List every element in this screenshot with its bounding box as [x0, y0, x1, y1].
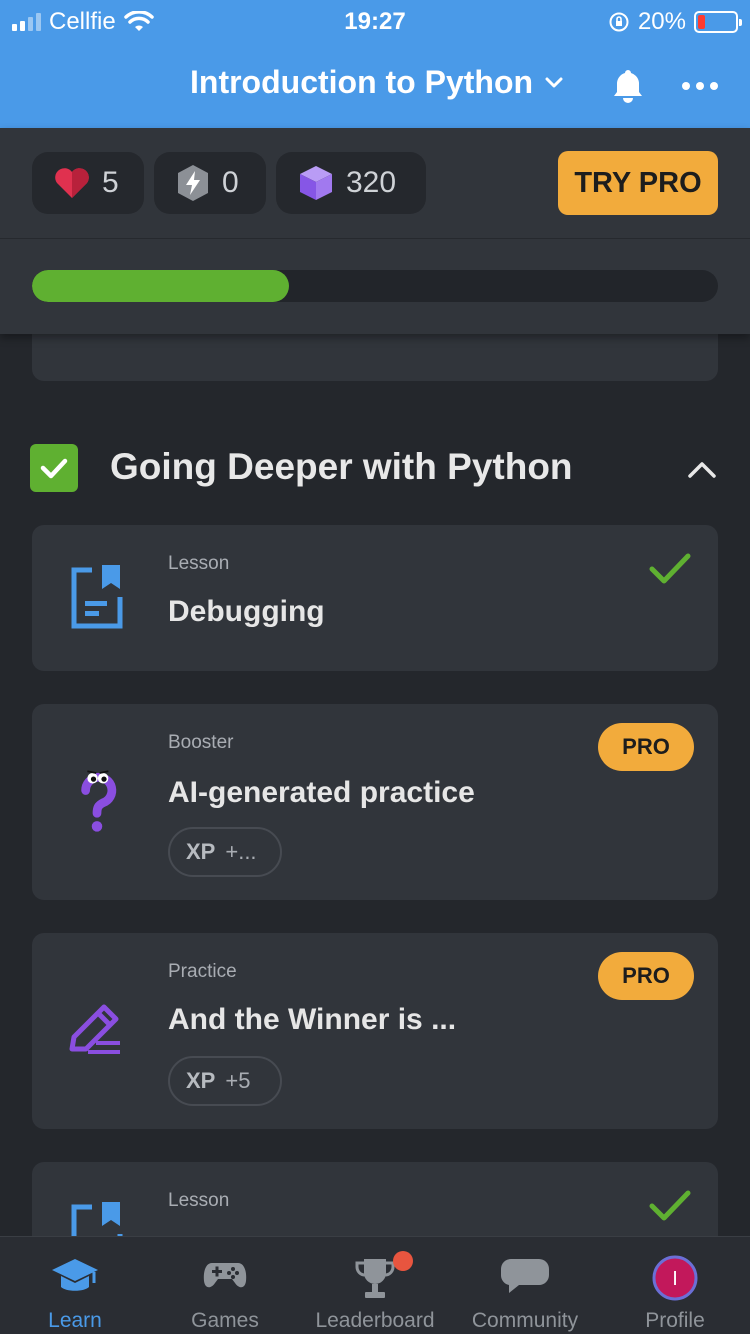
question-mascot-icon	[81, 770, 117, 832]
item-kind: Lesson	[168, 553, 230, 574]
pro-badge: PRO	[598, 723, 694, 771]
tab-learn-label: Learn	[48, 1309, 102, 1332]
app-header: Introduction to Python	[0, 56, 750, 116]
booster-card-ai-practice[interactable]: Booster AI-generated practice XP +... PRO	[32, 704, 718, 900]
chat-bubble-icon	[500, 1259, 549, 1293]
xp-value: +...	[225, 839, 257, 864]
notification-dot	[393, 1251, 413, 1271]
tab-profile-label: Profile	[645, 1309, 705, 1332]
battery-percent: 20%	[637, 8, 686, 35]
stats-bar: 5 0 320 TRY PRO	[0, 128, 750, 334]
divider	[0, 238, 750, 239]
trophy-icon	[355, 1259, 395, 1298]
status-bar: Cellfie 19:27 20%	[0, 6, 750, 38]
item-title: AI-generated practice	[168, 776, 475, 809]
avatar: I	[652, 1255, 698, 1301]
tab-community-label: Community	[471, 1309, 579, 1332]
xp-label: XP	[186, 1068, 216, 1093]
tab-games[interactable]: Games	[150, 1237, 300, 1334]
xp-pill: XP +5	[168, 1056, 282, 1106]
lesson-icon	[71, 565, 123, 629]
gems-count: 320	[346, 166, 397, 199]
xp-label: XP	[186, 839, 216, 864]
completed-check-icon	[649, 1190, 691, 1221]
bottom-navigation: Learn Games Leaderboard Community I Prof…	[0, 1236, 750, 1334]
item-kind: Booster	[168, 732, 234, 753]
graduation-cap-icon	[52, 1259, 98, 1291]
battery-icon	[694, 11, 742, 33]
gems-counter[interactable]: 320	[276, 152, 426, 214]
gamepad-icon	[203, 1263, 247, 1288]
gem-cube-icon	[300, 166, 332, 200]
pro-badge: PRO	[598, 952, 694, 1000]
section-complete-checkbox	[30, 444, 78, 492]
try-pro-button[interactable]: TRY PRO	[558, 151, 718, 215]
xp-pill: XP +...	[168, 827, 282, 877]
tab-learn[interactable]: Learn	[0, 1237, 150, 1334]
course-progress-fill	[32, 270, 290, 302]
course-selector[interactable]: Introduction to Python	[190, 64, 563, 101]
avatar-initial: I	[672, 1268, 678, 1290]
chevron-down-icon	[545, 77, 563, 87]
heart-icon	[55, 168, 89, 198]
tab-games-label: Games	[191, 1309, 259, 1332]
chevron-up-icon[interactable]	[686, 454, 718, 486]
tab-leaderboard-label: Leaderboard	[315, 1309, 435, 1332]
top-bar: Cellfie 19:27 20% Introduction to Python	[0, 0, 750, 128]
check-icon	[40, 458, 68, 479]
item-kind: Practice	[168, 961, 237, 982]
bell-icon[interactable]	[608, 66, 648, 106]
bolt-shield-icon	[178, 165, 208, 201]
more-options-icon[interactable]	[680, 66, 720, 106]
course-title: Introduction to Python	[190, 64, 534, 100]
completed-check-icon	[649, 553, 691, 584]
hearts-count: 5	[102, 166, 119, 199]
tab-profile[interactable]: I Profile	[600, 1237, 750, 1334]
bolts-count: 0	[222, 166, 239, 199]
practice-card-winner[interactable]: Practice And the Winner is ... XP +5 PRO	[32, 933, 718, 1129]
xp-value: +5	[225, 1068, 251, 1093]
course-progress-bar	[32, 270, 718, 302]
tab-community[interactable]: Community	[450, 1237, 600, 1334]
pencil-icon	[69, 1004, 120, 1054]
section-header[interactable]: Going Deeper with Python	[30, 442, 720, 498]
item-title: And the Winner is ...	[168, 1003, 457, 1036]
bolts-counter[interactable]: 0	[154, 152, 266, 214]
orientation-lock-icon	[609, 12, 629, 32]
hearts-counter[interactable]: 5	[32, 152, 144, 214]
lesson-card-debugging[interactable]: Lesson Debugging	[32, 525, 718, 671]
tab-leaderboard[interactable]: Leaderboard	[300, 1237, 450, 1334]
item-kind: Lesson	[168, 1190, 230, 1211]
section-title: Going Deeper with Python	[110, 446, 573, 487]
item-title: Debugging	[168, 595, 325, 628]
